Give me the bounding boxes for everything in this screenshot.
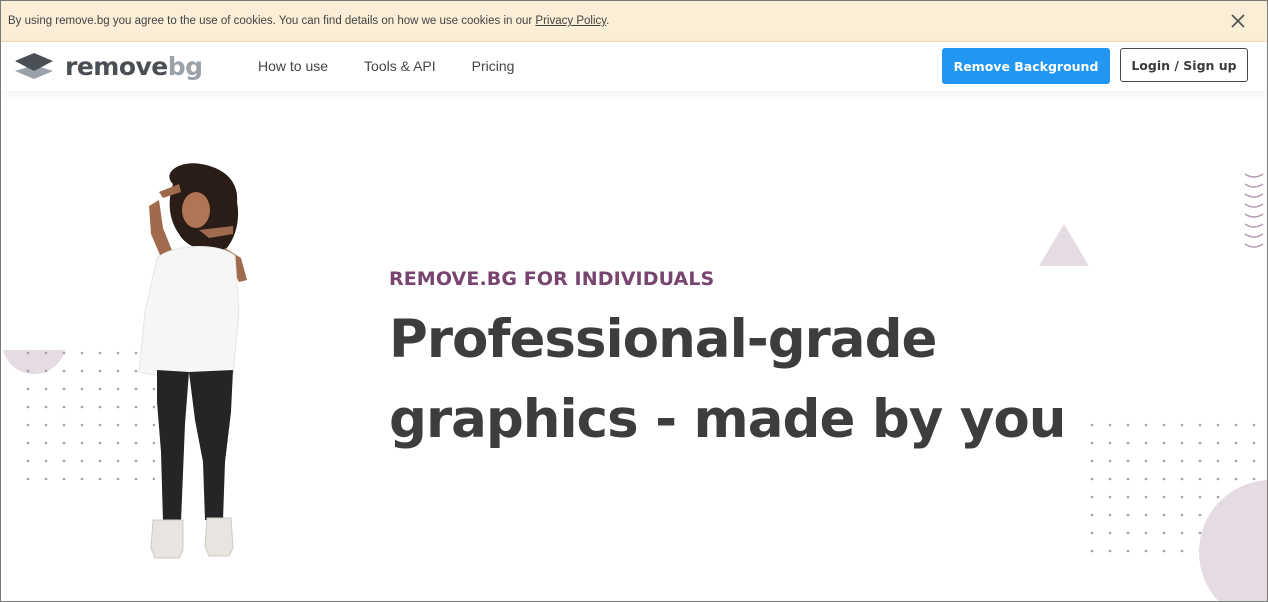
wave-decoration [1244, 173, 1264, 248]
hero-headline: Professional-grade graphics - made by yo… [389, 309, 1067, 450]
layers-icon [15, 53, 53, 79]
nav-pricing[interactable]: Pricing [472, 58, 515, 74]
privacy-policy-link[interactable]: Privacy Policy [535, 15, 606, 27]
hero-eyebrow: REMOVE.BG FOR INDIVIDUALS [389, 268, 715, 290]
logo[interactable]: removebg [14, 51, 203, 81]
nav-how-to-use[interactable]: How to use [258, 58, 328, 74]
logo-word-bg: bg [167, 51, 203, 81]
person-image [138, 163, 247, 559]
logo-word-remove: remove [65, 51, 168, 81]
cookie-text-end: . [606, 15, 610, 27]
site-header: removebg How to use Tools & API Pricing … [1, 42, 1267, 91]
close-icon[interactable] [1229, 12, 1247, 30]
circle-decoration [1199, 480, 1267, 601]
logo-text: removebg [65, 52, 203, 81]
main-nav: How to use Tools & API Pricing [258, 58, 550, 74]
remove-background-button[interactable]: Remove Background [942, 48, 1110, 84]
hero-section: REMOVE.BG FOR INDIVIDUALS Professional-g… [1, 92, 1267, 601]
cookie-text: By using remove.bg you agree to the use … [8, 15, 536, 27]
browser-viewport: By using remove.bg you agree to the use … [0, 0, 1268, 602]
cookie-banner: By using remove.bg you agree to the use … [1, 1, 1267, 42]
login-signup-button[interactable]: Login / Sign up [1120, 48, 1248, 82]
triangle-decoration [1039, 224, 1089, 266]
nav-tools-api[interactable]: Tools & API [364, 58, 436, 74]
cookie-message: By using remove.bg you agree to the use … [8, 15, 609, 27]
